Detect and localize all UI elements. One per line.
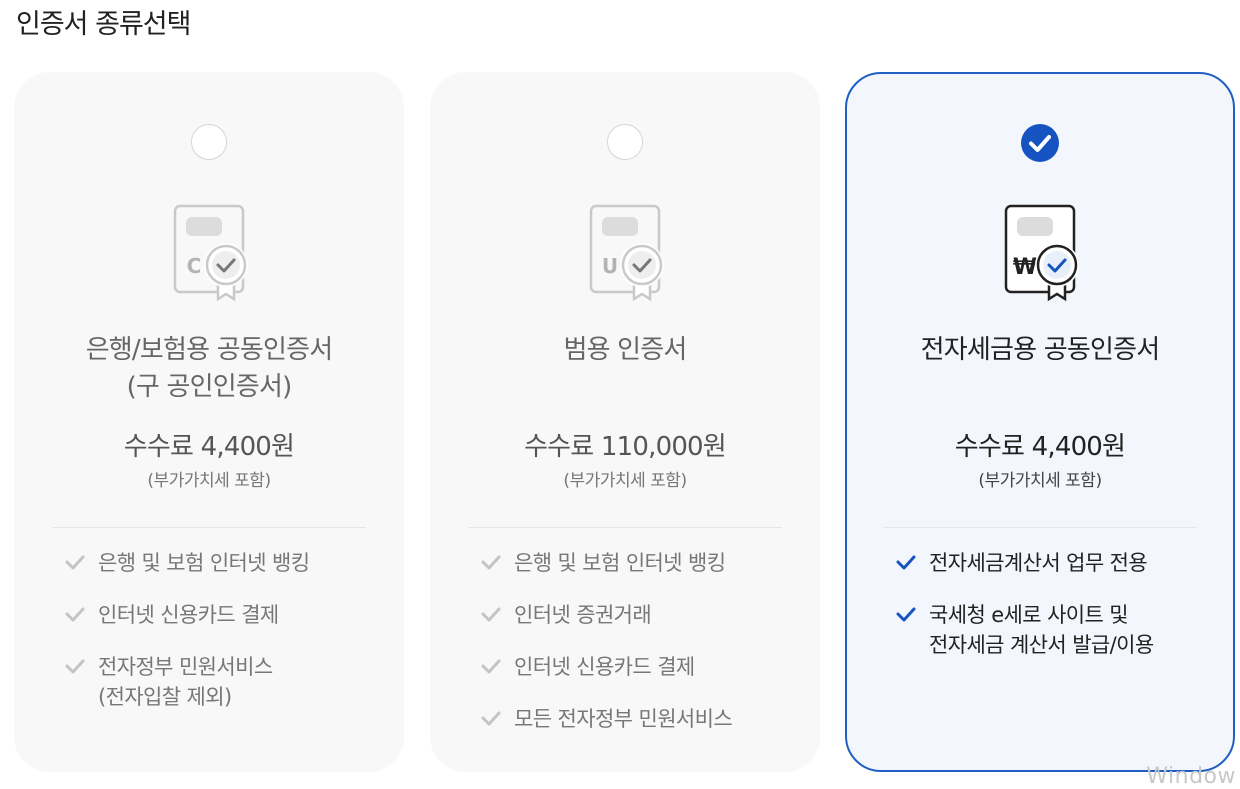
feature-item: 모든 전자정부 민원서비스	[480, 704, 798, 734]
fee-label: 수수료 4,400원	[123, 432, 295, 462]
vat-note: (부가가치세 포함)	[147, 471, 271, 491]
feature-item: 전자세금계산서 업무 전용	[895, 548, 1213, 578]
feature-subtext: (전자입찰 제외)	[98, 685, 232, 709]
fee-label: 수수료 110,000원	[524, 432, 727, 462]
feature-list: 은행 및 보험 인터넷 뱅킹 인터넷 증권거래 인터넷 신용카드 결제 모든 전…	[480, 548, 798, 756]
radio-unselected[interactable]	[607, 124, 643, 160]
divider	[883, 527, 1197, 528]
cert-letter: U	[602, 254, 618, 278]
certificate-icon: ₩	[1004, 204, 1079, 302]
check-icon	[65, 659, 85, 674]
check-icon	[896, 607, 916, 622]
card-title: 전자세금용 공동인증서	[920, 335, 1160, 365]
vat-note: (부가가치세 포함)	[978, 471, 1102, 491]
card-title: 은행/보험용 공동인증서 (구 공인인증서)	[85, 335, 333, 402]
cert-option-universal[interactable]: U 범용 인증서 수수료 110,000원 (부가가치세 포함) 은행 및 보험…	[430, 72, 820, 772]
check-icon	[481, 607, 501, 622]
cert-letter: ₩	[1013, 255, 1037, 280]
cert-option-e-tax[interactable]: ₩ 전자세금용 공동인증서 수수료 4,400원 (부가가치세 포함) 전자세금…	[845, 72, 1235, 772]
feature-item: 전자정부 민원서비스 (전자입찰 제외)	[64, 652, 382, 712]
cert-letter: C	[187, 254, 202, 278]
feature-item: 인터넷 신용카드 결제	[64, 600, 382, 630]
page-title: 인증서 종류선택	[16, 9, 191, 40]
feature-list: 전자세금계산서 업무 전용 국세청 e세로 사이트 및 전자세금 계산서 발급/…	[895, 548, 1213, 682]
divider	[468, 527, 782, 528]
certificate-icon: C	[173, 204, 248, 302]
certificate-icon: U	[589, 204, 664, 302]
feature-item: 은행 및 보험 인터넷 뱅킹	[480, 548, 798, 578]
check-icon	[481, 711, 501, 726]
feature-item: 인터넷 증권거래	[480, 600, 798, 630]
check-icon	[481, 555, 501, 570]
radio-selected-check-icon[interactable]	[1021, 124, 1059, 162]
check-icon	[65, 555, 85, 570]
cert-option-bank-insurance[interactable]: C 은행/보험용 공동인증서 (구 공인인증서) 수수료 4,400원 (부가가…	[14, 72, 404, 772]
check-icon	[65, 607, 85, 622]
divider	[52, 527, 366, 528]
feature-subtext: 전자세금 계산서 발급/이용	[929, 633, 1154, 657]
feature-item: 인터넷 신용카드 결제	[480, 652, 798, 682]
vat-note: (부가가치세 포함)	[563, 471, 687, 491]
feature-list: 은행 및 보험 인터넷 뱅킹 인터넷 신용카드 결제 전자정부 민원서비스 (전…	[64, 548, 382, 734]
feature-item: 은행 및 보험 인터넷 뱅킹	[64, 548, 382, 578]
fee-label: 수수료 4,400원	[954, 432, 1126, 462]
check-icon	[896, 555, 916, 570]
feature-item: 국세청 e세로 사이트 및 전자세금 계산서 발급/이용	[895, 600, 1213, 660]
check-icon	[481, 659, 501, 674]
card-title: 범용 인증서	[563, 335, 687, 365]
radio-unselected[interactable]	[191, 124, 227, 160]
